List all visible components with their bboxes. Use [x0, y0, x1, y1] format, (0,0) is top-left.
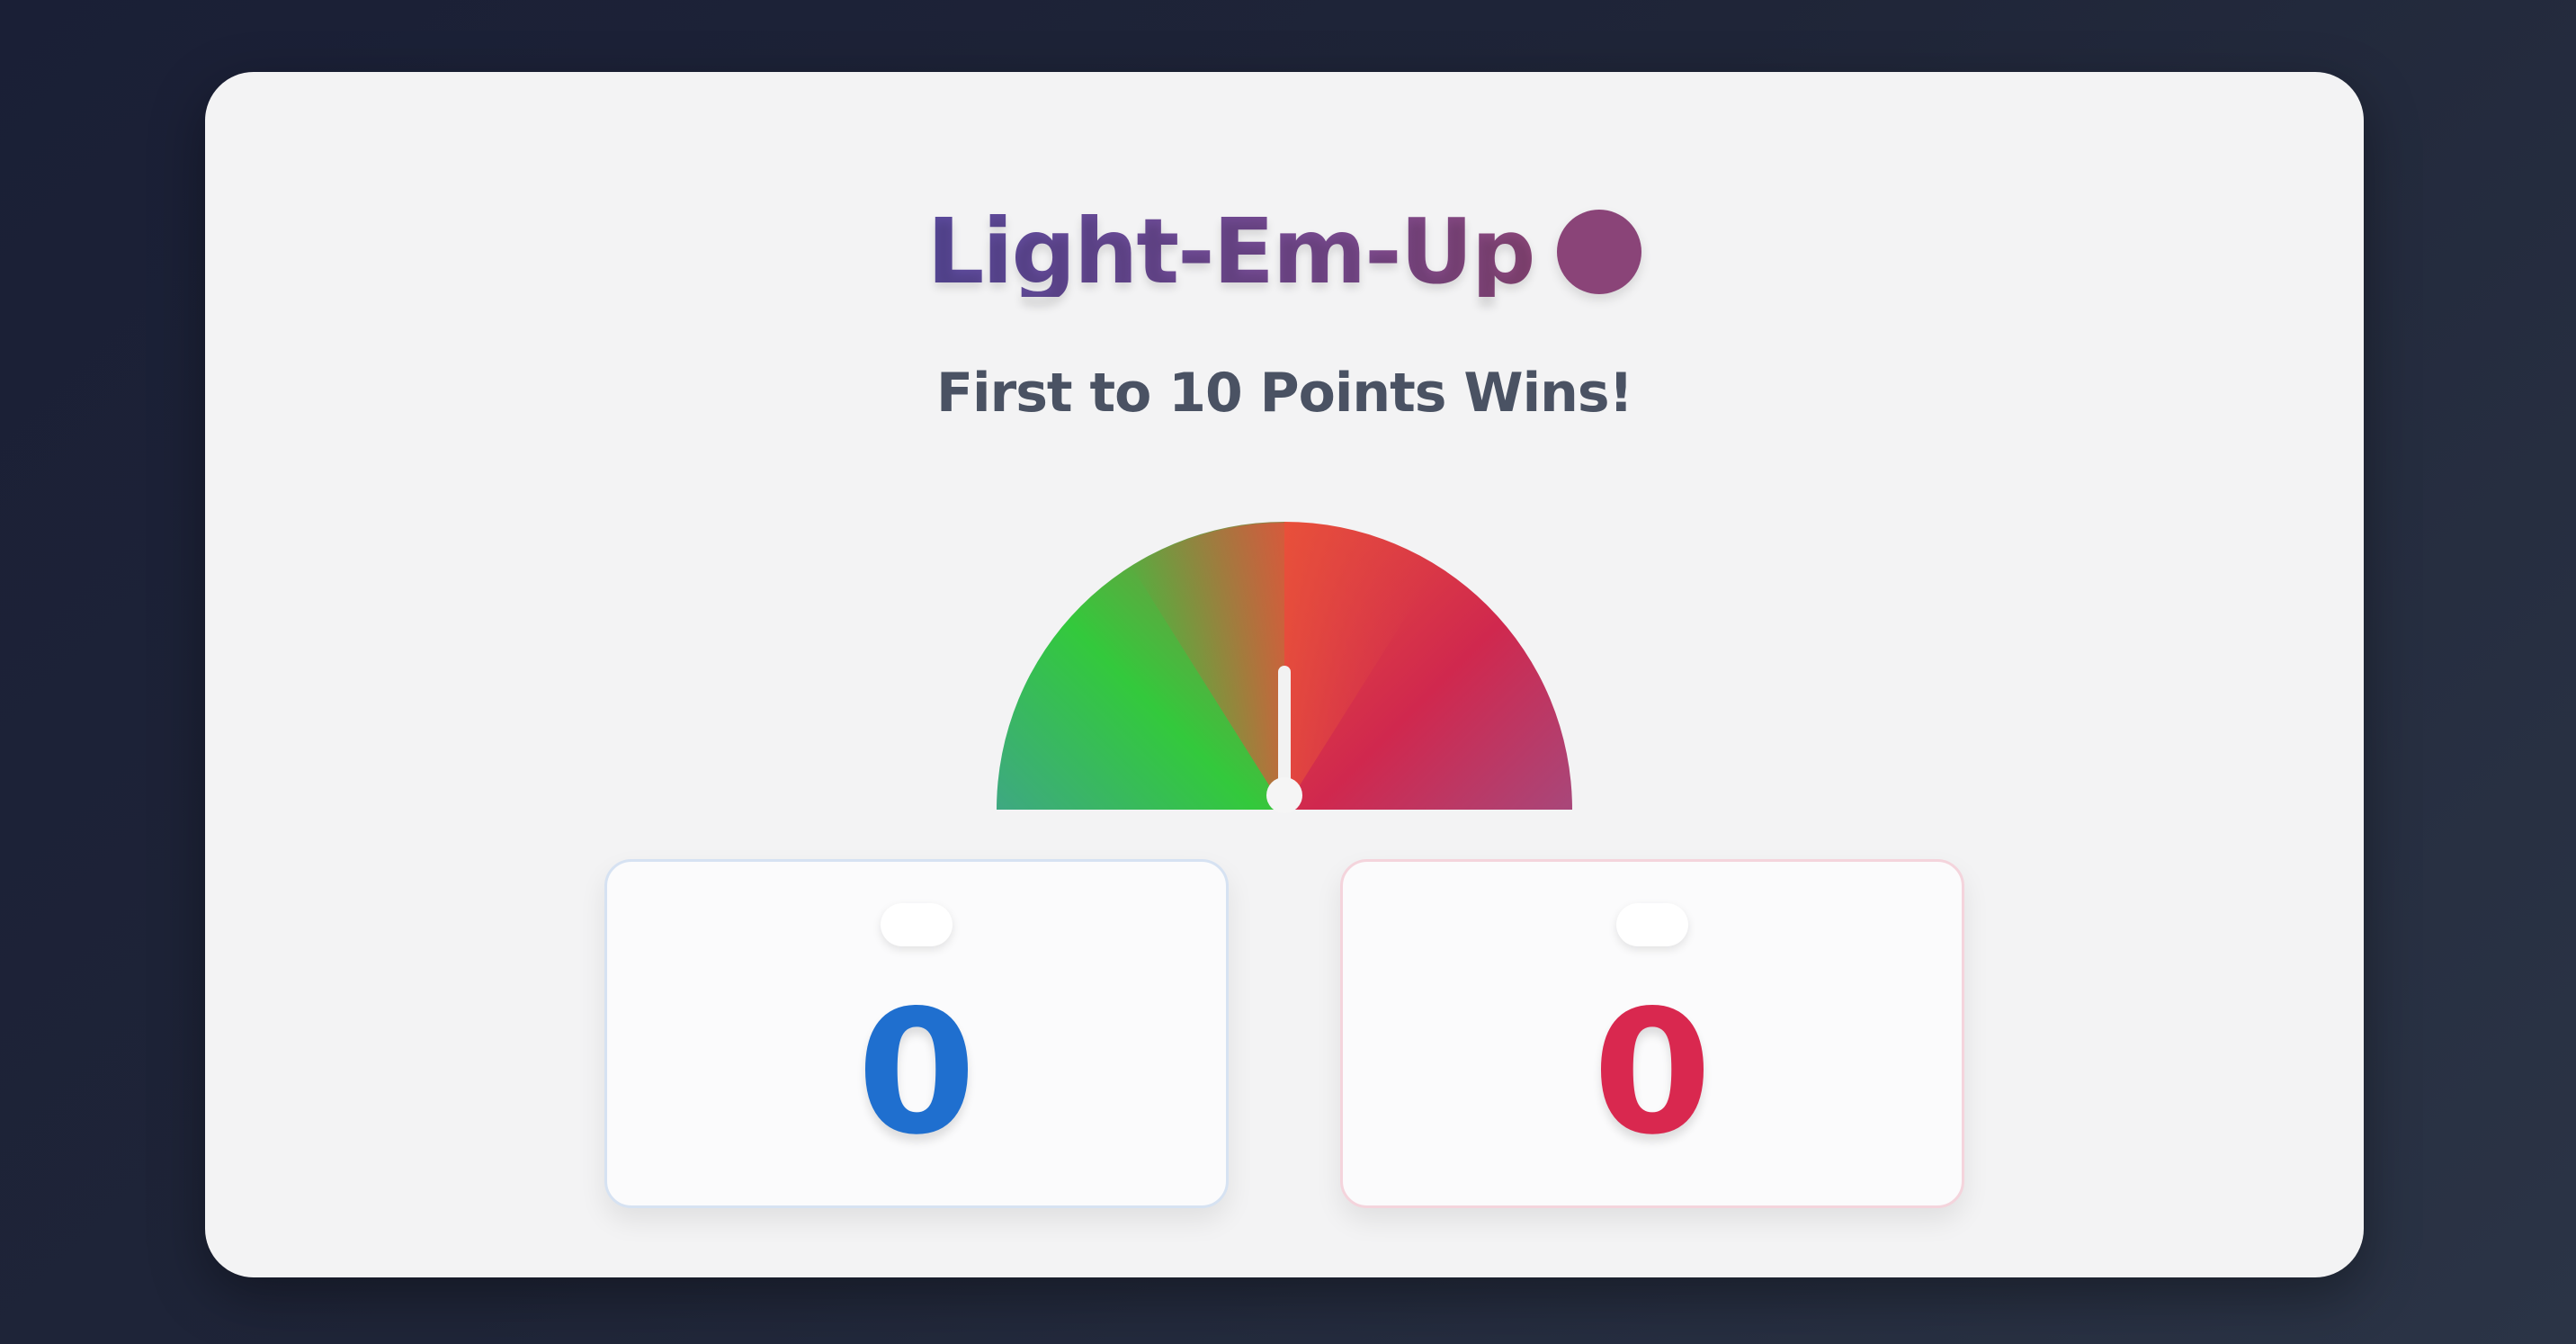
title-row: Light-Em-Up [205, 207, 2364, 297]
player-two-indicator [1616, 903, 1688, 946]
player-one-indicator [881, 903, 953, 946]
player-one-score: 0 [856, 973, 977, 1172]
player-one-panel: 0 [604, 859, 1229, 1208]
game-title: Light-Em-Up [926, 199, 1536, 304]
tug-of-war-gauge [997, 522, 1572, 813]
win-condition-text: First to 10 Points Wins! [936, 362, 1633, 425]
player-two-panel: 0 [1340, 859, 1964, 1208]
gauge-needle-pivot [1266, 777, 1302, 813]
player-two-score: 0 [1592, 973, 1713, 1172]
light-dot-icon [1557, 210, 1642, 294]
game-card: Light-Em-Up First to 10 Points Wins! 0 0 [205, 72, 2364, 1277]
